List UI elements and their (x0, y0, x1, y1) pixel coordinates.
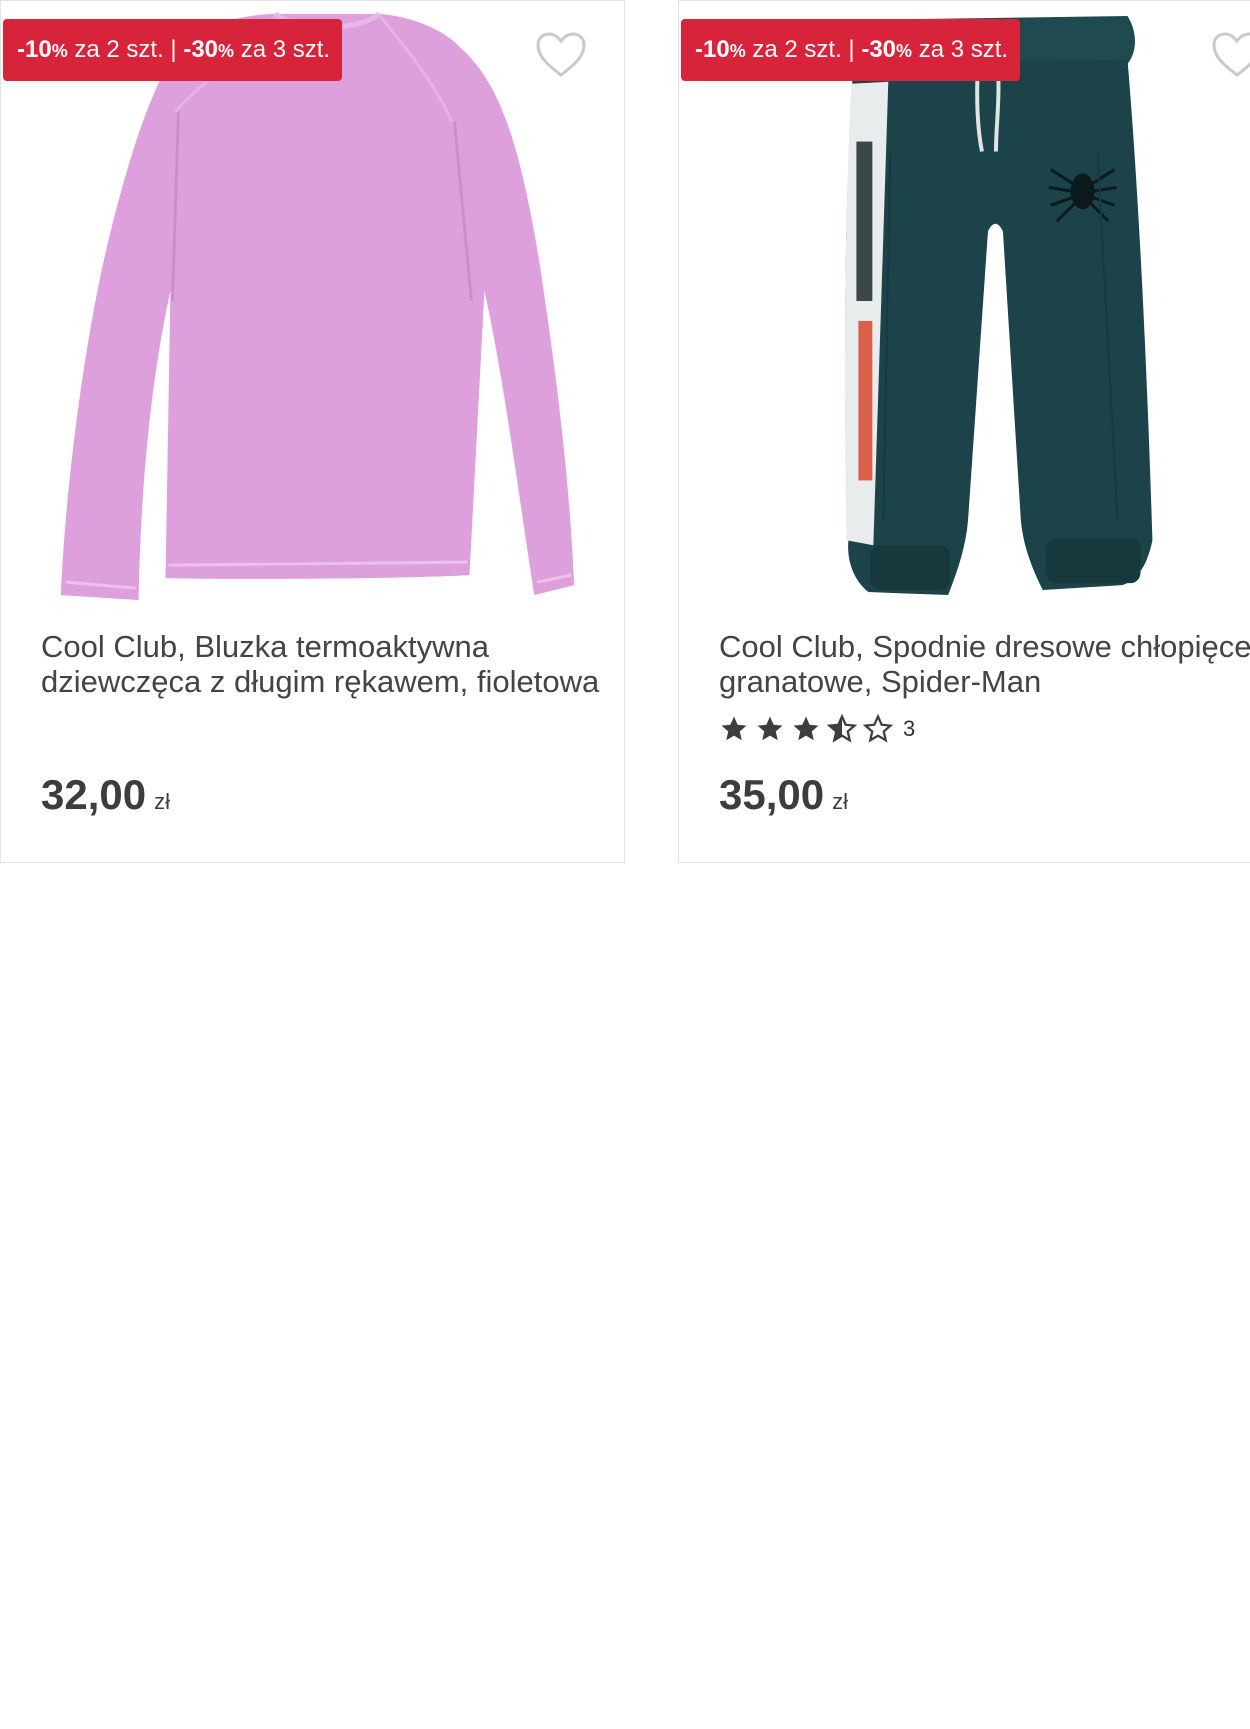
star-empty-icon (863, 714, 893, 743)
rating-stars: 3 (719, 713, 915, 745)
price-currency: zł (832, 789, 848, 814)
star-half-icon (827, 714, 857, 743)
price-currency: zł (154, 789, 170, 814)
product-title[interactable]: Cool Club, Spodnie dresowe chłopięce, gr… (719, 629, 1250, 699)
product-card[interactable]: -10% za 2 szt. | -30% za 3 szt. Cool Clu… (678, 0, 1250, 863)
promo-badge: -10% za 2 szt. | -30% za 3 szt. (681, 19, 1021, 81)
product-image-pink-shirt[interactable] (1, 1, 624, 611)
price-value: 32,00 (41, 771, 147, 818)
product-price: 32,00 zł (41, 771, 170, 819)
heart-outline-icon[interactable] (1211, 31, 1250, 79)
star-filled-icon (721, 716, 747, 741)
promo-badge: -10% za 2 szt. | -30% za 3 szt. (3, 19, 343, 81)
star-filled-icon (793, 716, 819, 741)
product-card[interactable]: -10% za 2 szt. | -30% za 3 szt. Cool Clu… (0, 0, 625, 863)
product-price: 35,00 zł (719, 771, 848, 819)
product-grid: -10% za 2 szt. | -30% za 3 szt. Cool Clu… (0, 0, 1250, 1729)
heart-outline-icon[interactable] (535, 31, 587, 79)
star-filled-icon (757, 716, 783, 741)
rating-count: 3 (903, 716, 916, 741)
price-value: 35,00 (719, 771, 825, 818)
product-image-navy-sweatpants[interactable] (679, 1, 1250, 611)
product-title[interactable]: Cool Club, Bluzka termoaktywna dziewczęc… (41, 629, 614, 699)
